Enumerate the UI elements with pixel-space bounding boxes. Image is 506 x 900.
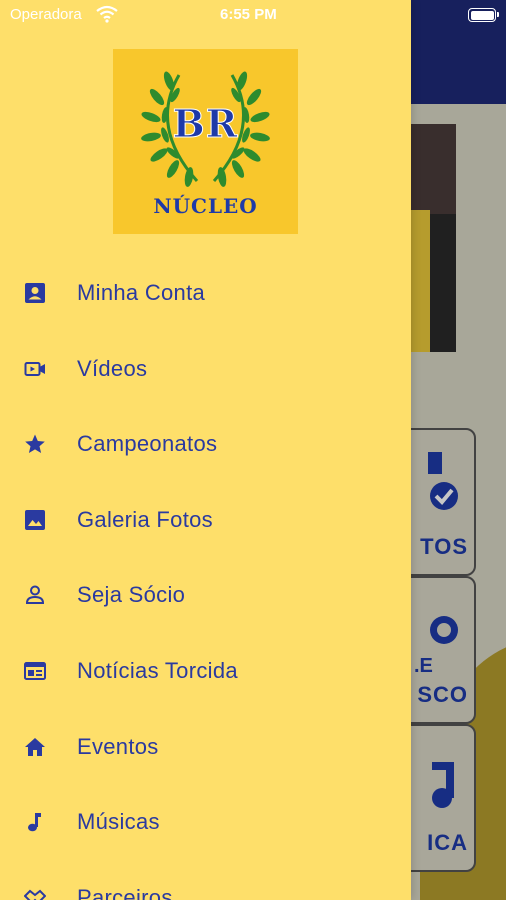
star-icon: [25, 434, 45, 454]
logo-name: NÚCLEO: [153, 194, 258, 218]
video-icon: [24, 361, 45, 376]
logo-monogram: BR: [172, 101, 239, 147]
drawer-menu: Minha Conta Vídeos Campeonatos Galeria F…: [0, 256, 411, 900]
menu-item-videos[interactable]: Vídeos: [0, 332, 411, 408]
menu-item-campeonatos[interactable]: Campeonatos: [0, 407, 411, 483]
menu-item-label: Campeonatos: [77, 431, 218, 457]
menu-item-noticias-torcida[interactable]: Notícias Torcida: [0, 634, 411, 710]
menu-item-musicas[interactable]: Músicas: [0, 785, 411, 861]
menu-item-label: Parceiros: [77, 884, 173, 900]
account-box-icon: [25, 283, 45, 303]
menu-item-parceiros[interactable]: Parceiros: [0, 861, 411, 900]
menu-item-label: Galeria Fotos: [77, 506, 213, 532]
menu-item-label: Eventos: [77, 733, 159, 759]
wifi-icon: [96, 5, 118, 23]
news-icon: [24, 661, 46, 680]
menu-item-label: Seja Sócio: [77, 582, 186, 608]
navigation-drawer: BR NÚCLEO Minha Conta Vídeos Campeonatos: [0, 0, 411, 900]
menu-item-eventos[interactable]: Eventos: [0, 710, 411, 786]
menu-item-galeria-fotos[interactable]: Galeria Fotos: [0, 483, 411, 559]
home-icon: [25, 737, 45, 756]
battery-icon: [468, 8, 499, 22]
menu-item-minha-conta[interactable]: Minha Conta: [0, 256, 411, 332]
club-logo: BR NÚCLEO: [113, 49, 298, 234]
handshake-icon: [24, 889, 46, 900]
image-icon: [25, 509, 45, 530]
menu-item-seja-socio[interactable]: Seja Sócio: [0, 558, 411, 634]
menu-item-label: Vídeos: [77, 355, 148, 381]
menu-item-label: Músicas: [77, 809, 160, 835]
menu-item-label: Notícias Torcida: [77, 657, 238, 683]
status-bar: Operadora 6:55 PM: [0, 0, 506, 30]
music-note-icon: [28, 813, 41, 832]
menu-item-label: Minha Conta: [77, 280, 206, 305]
carrier-label: Operadora: [10, 6, 82, 23]
person-icon: [25, 585, 45, 605]
clock: 6:55 PM: [220, 6, 277, 23]
